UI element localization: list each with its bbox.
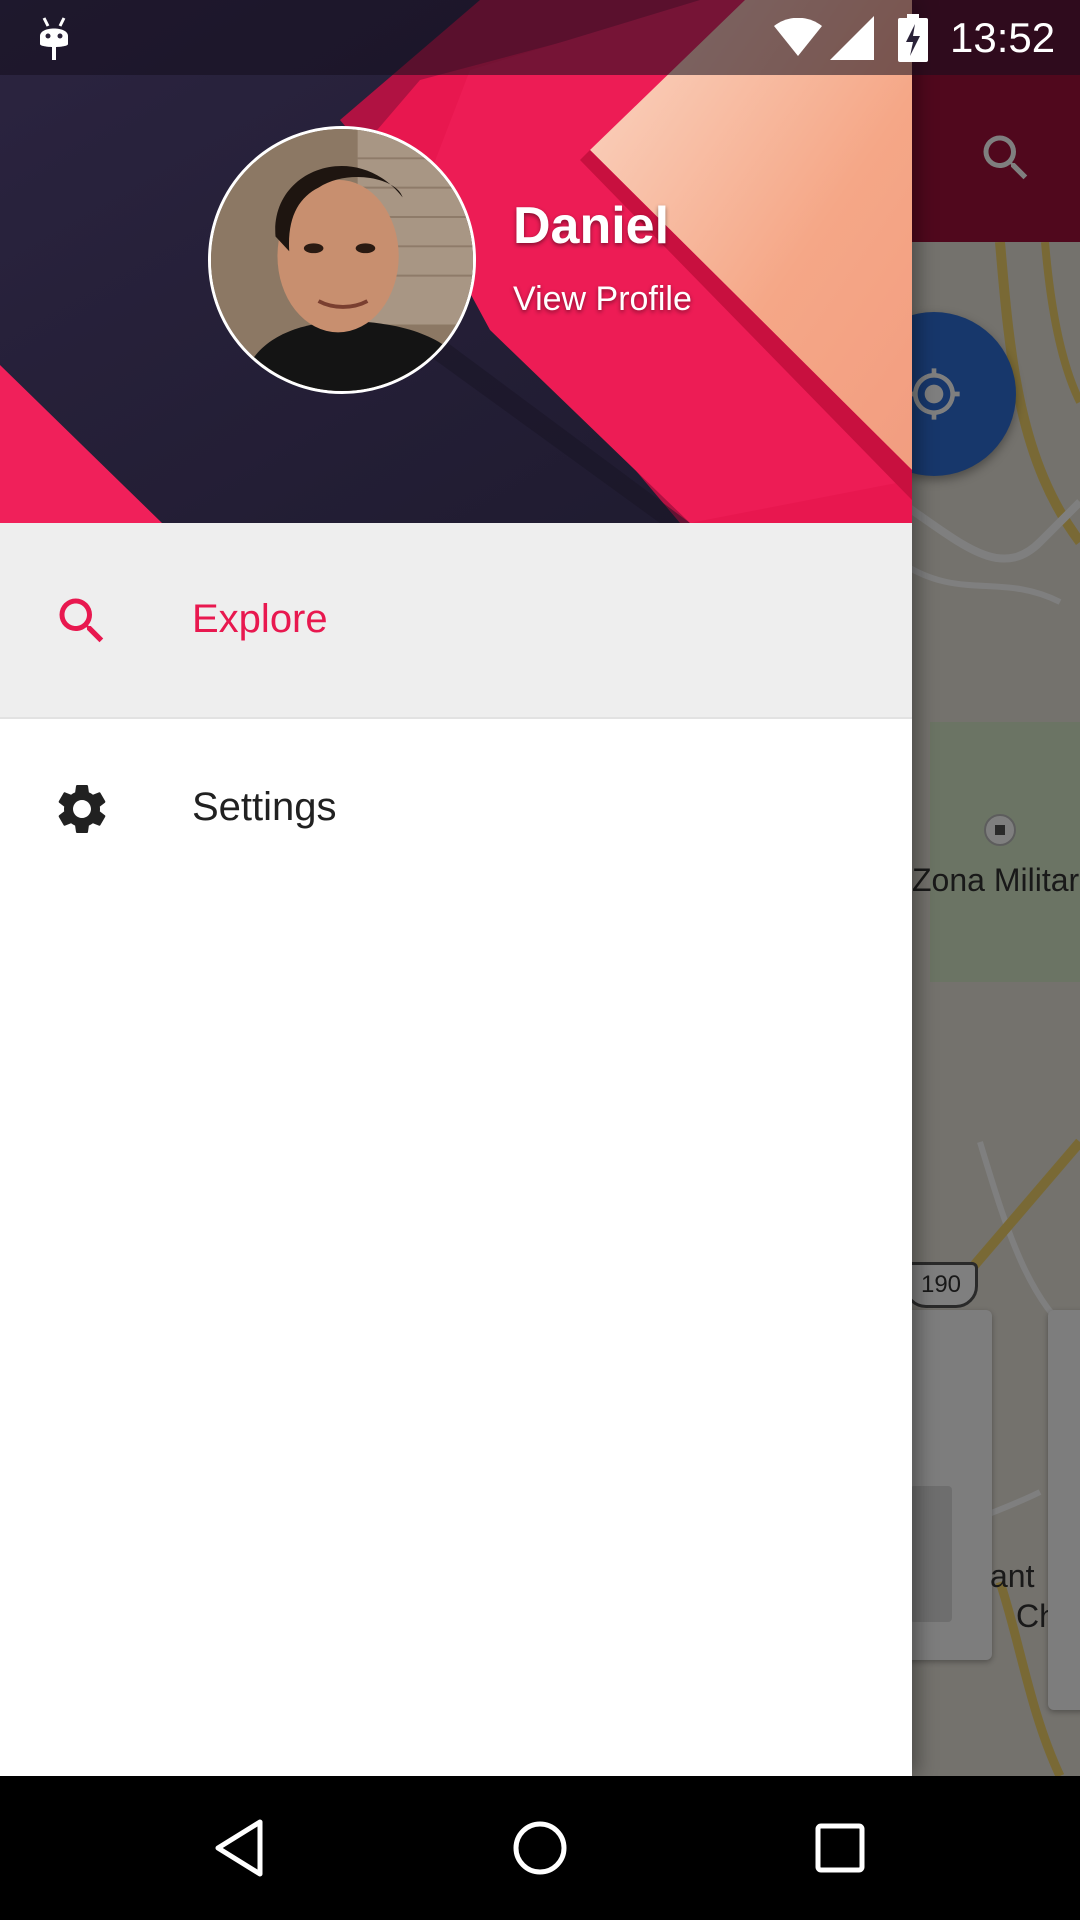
status-time: 13:52 xyxy=(950,14,1056,61)
wifi-icon xyxy=(774,18,822,56)
profile-photo xyxy=(211,129,473,391)
avatar[interactable] xyxy=(208,126,476,394)
status-bar: 13:52 xyxy=(0,0,1080,75)
view-profile-link[interactable]: View Profile xyxy=(513,280,692,319)
home-button[interactable] xyxy=(504,1812,576,1884)
gear-icon xyxy=(58,785,106,833)
drawer-item-settings[interactable]: Settings xyxy=(0,719,912,915)
system-nav-bar xyxy=(0,1776,1080,1920)
drawer-item-label: Explore xyxy=(192,597,328,641)
search-icon xyxy=(59,598,104,643)
drawer-item-label: Settings xyxy=(192,785,337,829)
recents-button[interactable] xyxy=(804,1812,876,1884)
navigation-drawer: Daniel View Profile Explore Settings xyxy=(0,0,912,1776)
drawer-header[interactable]: Daniel View Profile xyxy=(0,0,912,523)
cell-signal-icon xyxy=(830,16,874,60)
android-notification-icon[interactable] xyxy=(36,14,72,62)
battery-charging-icon xyxy=(898,14,928,62)
back-button[interactable] xyxy=(204,1812,276,1884)
drawer-item-explore[interactable]: Explore xyxy=(0,523,912,719)
drawer-menu: Explore Settings xyxy=(0,523,912,915)
user-name[interactable]: Daniel xyxy=(513,196,669,256)
